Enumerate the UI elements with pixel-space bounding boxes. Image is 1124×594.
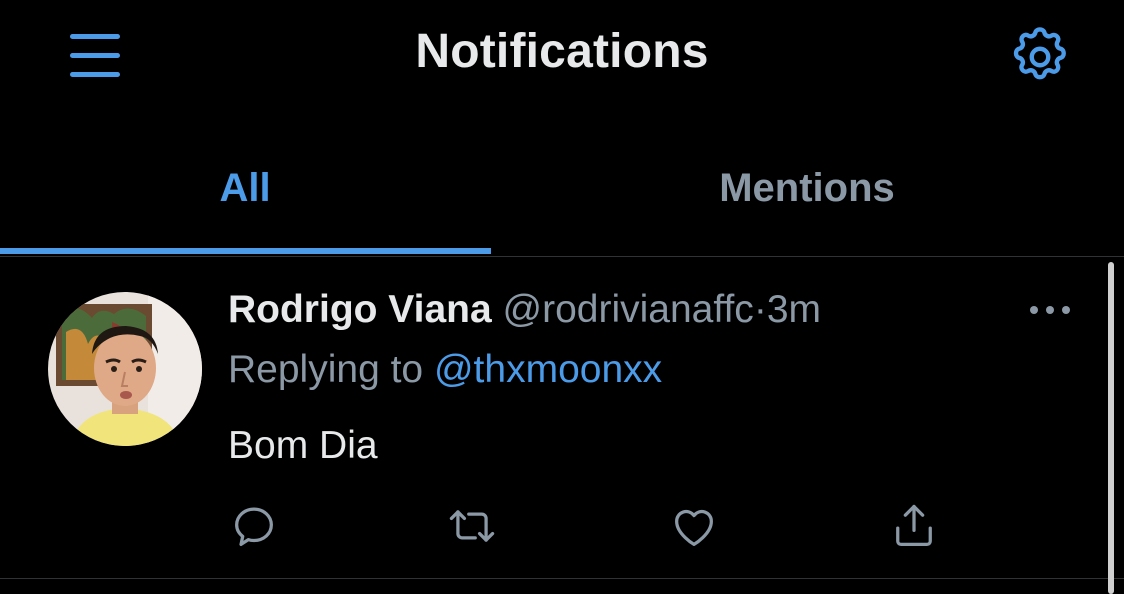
more-options-button[interactable] <box>1026 296 1074 324</box>
share-icon <box>896 504 932 547</box>
author-name[interactable]: Rodrigo Viana <box>228 288 492 331</box>
scrollbar[interactable] <box>1108 262 1114 594</box>
retweet-button[interactable] <box>444 500 500 552</box>
reply-icon <box>235 507 273 547</box>
tab-all[interactable]: All <box>0 140 490 252</box>
tab-mentions[interactable]: Mentions <box>490 140 1124 252</box>
tab-bar: All Mentions <box>0 140 1124 257</box>
share-button[interactable] <box>886 500 942 552</box>
avatar[interactable] <box>48 292 202 446</box>
like-button[interactable] <box>666 500 722 552</box>
author-line: Rodrigo Viana @rodrivianaffc·3m <box>228 288 821 332</box>
retweet-icon <box>449 510 495 542</box>
tab-mentions-label: Mentions <box>719 166 895 210</box>
more-options-icon <box>1030 306 1070 314</box>
replying-to-label: Replying to <box>228 348 424 391</box>
time-separator: · <box>753 288 767 331</box>
author-handle[interactable]: @rodrivianaffc <box>503 288 754 331</box>
tab-all-label: All <box>219 166 271 210</box>
gear-icon <box>1013 27 1066 80</box>
top-bar: Notifications <box>0 0 1124 115</box>
settings-button[interactable] <box>1006 24 1074 90</box>
tweet-text: Bom Dia <box>228 424 378 467</box>
reply-button[interactable] <box>226 500 282 552</box>
active-tab-indicator <box>0 248 491 254</box>
timestamp: 3m <box>766 288 821 331</box>
reply-mention-link[interactable]: @thxmoonxx <box>434 348 662 391</box>
replying-to-line: Replying to @thxmoonxx <box>228 348 662 392</box>
page-title: Notifications <box>415 25 709 78</box>
notification-item[interactable]: Rodrigo Viana @rodrivianaffc·3m Replying… <box>0 256 1124 579</box>
like-icon <box>675 509 713 547</box>
